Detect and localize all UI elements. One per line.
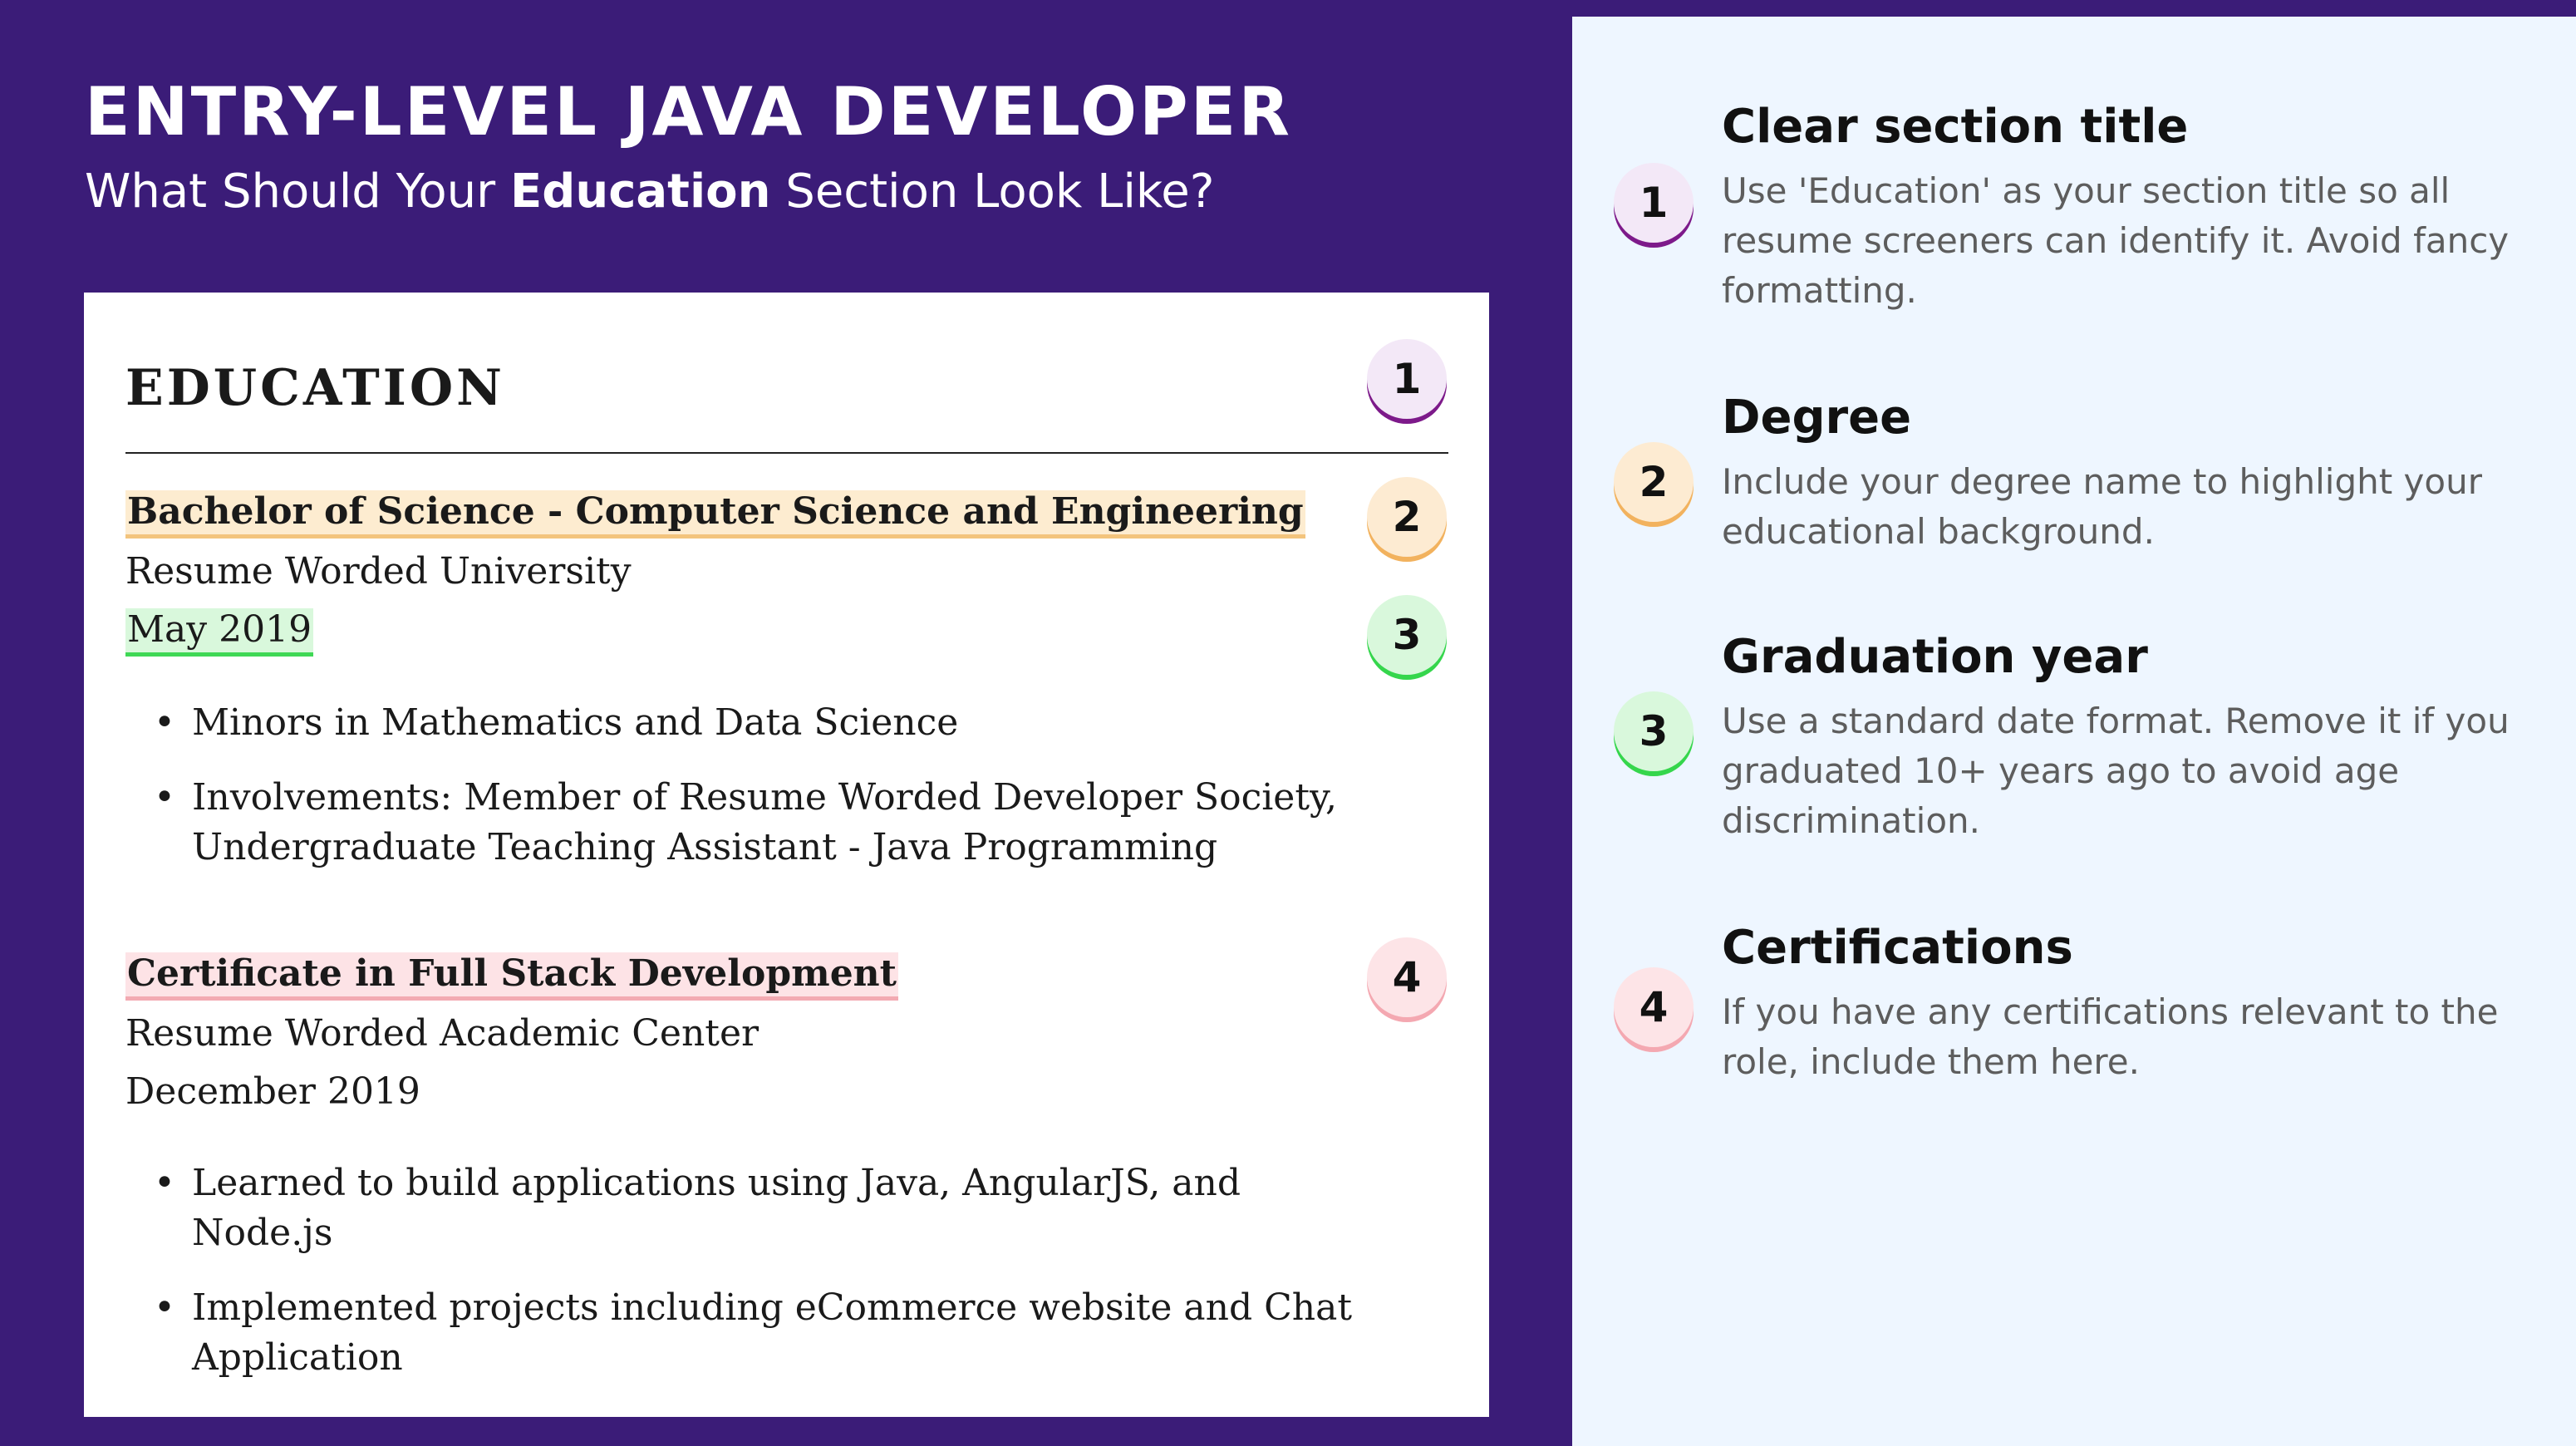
tip-badge-3: 3 bbox=[1614, 691, 1694, 771]
badge-4: 4 bbox=[1367, 937, 1447, 1017]
bullet-item: Involvements: Member of Resume Worded De… bbox=[125, 773, 1372, 873]
page-subtitle: What Should Your Education Section Look … bbox=[85, 165, 1214, 219]
badge-1: 1 bbox=[1367, 339, 1447, 419]
graduation-date-highlight: May 2019 bbox=[125, 608, 314, 657]
tip-body: If you have any certifications relevant … bbox=[1722, 991, 2499, 1082]
tip-heading: Certifications bbox=[1722, 921, 2073, 975]
tip-heading: Graduation year bbox=[1722, 630, 2148, 684]
degree-highlight: Bachelor of Science - Computer Science a… bbox=[125, 490, 1305, 539]
tip-heading: Clear section title bbox=[1722, 100, 2189, 154]
bullet-item: Implemented projects including eCommerce… bbox=[125, 1283, 1372, 1383]
subtitle-suffix: Section Look Like? bbox=[770, 165, 1215, 219]
tip-heading: Degree bbox=[1722, 391, 1912, 445]
institution-line: Resume Worded University bbox=[125, 550, 632, 593]
date-line: December 2019 bbox=[125, 1070, 420, 1113]
bullet-item: Minors in Mathematics and Data Science bbox=[125, 698, 1372, 748]
tip-badge-1: 1 bbox=[1614, 163, 1694, 243]
entry-2-bullets: Learned to build applications using Java… bbox=[125, 1158, 1372, 1408]
tip-body: Include your degree name to highlight yo… bbox=[1722, 461, 2482, 552]
education-section-title: EDUCATION bbox=[125, 359, 505, 417]
tip-body: Use a standard date format. Remove it if… bbox=[1722, 701, 2510, 841]
page-title: ENTRY-LEVEL JAVA DEVELOPER bbox=[85, 73, 1292, 150]
subtitle-prefix: What Should Your bbox=[85, 165, 510, 219]
certificate-highlight: Certificate in Full Stack Development bbox=[125, 952, 898, 1001]
certificate-line: Certificate in Full Stack Development bbox=[125, 952, 898, 1001]
tip-body: Use 'Education' as your section title so… bbox=[1722, 170, 2510, 311]
bullet-item: Learned to build applications using Java… bbox=[125, 1158, 1372, 1258]
institution-line: Resume Worded Academic Center bbox=[125, 1012, 760, 1055]
section-divider bbox=[125, 452, 1448, 454]
subtitle-emphasis: Education bbox=[509, 165, 771, 219]
date-line: May 2019 bbox=[125, 608, 314, 657]
badge-3: 3 bbox=[1367, 595, 1447, 675]
tips-panel: 1 Clear section title Use 'Education' as… bbox=[1572, 17, 2576, 1446]
tip-badge-4: 4 bbox=[1614, 967, 1694, 1047]
badge-2: 2 bbox=[1367, 477, 1447, 557]
resume-education-card: EDUCATION 1 Bachelor of Science - Comput… bbox=[84, 293, 1489, 1417]
degree-line: Bachelor of Science - Computer Science a… bbox=[125, 490, 1305, 539]
tip-badge-2: 2 bbox=[1614, 442, 1694, 522]
entry-1-bullets: Minors in Mathematics and Data Science I… bbox=[125, 698, 1372, 898]
